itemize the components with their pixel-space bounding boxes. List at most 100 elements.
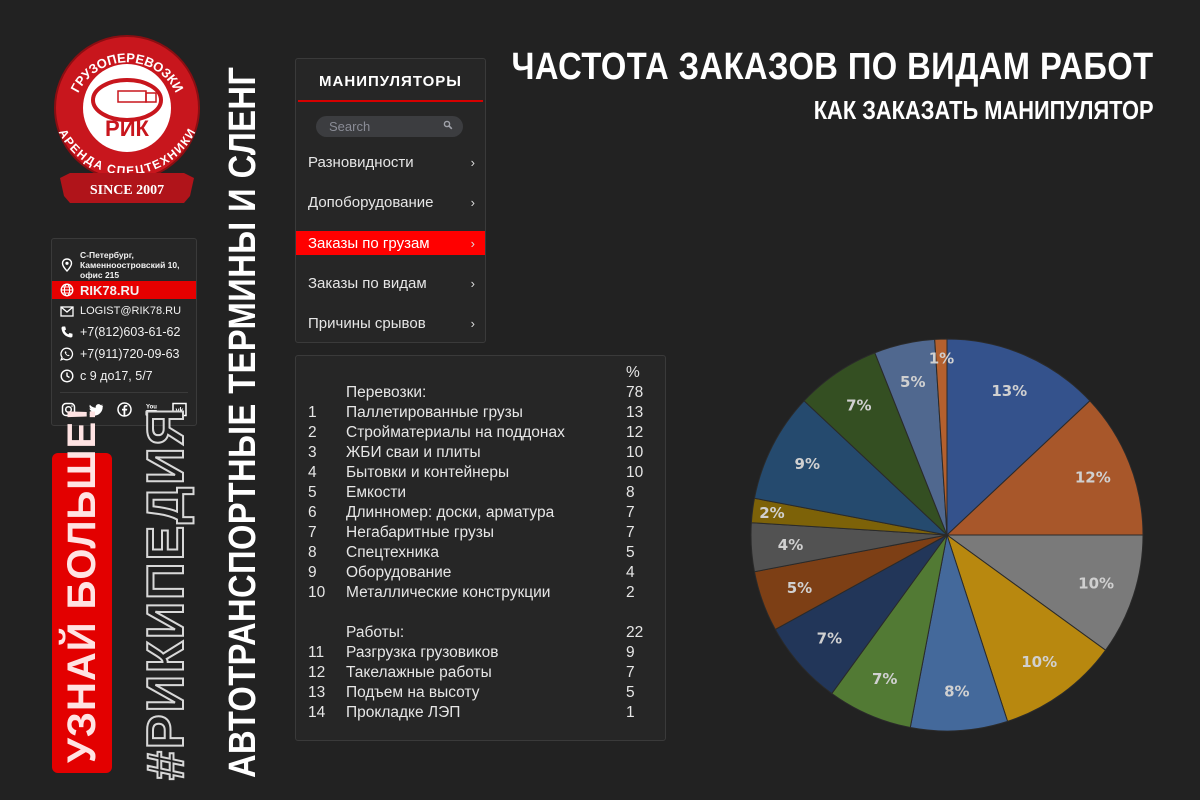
learn-more-button[interactable]: УЗНАЙ БОЛЬШЕ! bbox=[52, 407, 112, 773]
menu-item-orders-by-cargo[interactable]: Заказы по грузам › bbox=[296, 231, 485, 255]
row-value: 4 bbox=[626, 564, 635, 581]
clock-icon bbox=[60, 369, 74, 383]
row-value: 5 bbox=[626, 544, 635, 561]
table-row: 3 ЖБИ сваи и плиты 10 bbox=[296, 443, 665, 463]
row-label: Негабаритные грузы bbox=[346, 524, 494, 541]
pie-label: 9% bbox=[795, 455, 820, 473]
whatsapp-link[interactable]: +7(911)720-09-63 bbox=[52, 345, 196, 363]
table-row: 12 Такелажные работы 7 bbox=[296, 663, 665, 683]
website-text[interactable]: RIK78.RU bbox=[80, 283, 139, 298]
menu-item-label: Заказы по грузам bbox=[308, 234, 430, 252]
pie-label: 7% bbox=[817, 630, 842, 648]
table-row: 11 Разгрузка грузовиков 9 bbox=[296, 643, 665, 663]
chevron-right-icon: › bbox=[470, 275, 475, 291]
menu-item-orders-by-type[interactable]: Заказы по видам › bbox=[296, 271, 485, 295]
row-value: 12 bbox=[626, 424, 644, 441]
phone1-text[interactable]: +7(812)603-61-62 bbox=[80, 325, 180, 339]
row-value: 78 bbox=[626, 384, 644, 401]
pie-label: 10% bbox=[1078, 574, 1114, 592]
email-link[interactable]: LOGIST@RIK78.RU bbox=[52, 302, 196, 320]
menu-item-label: Разновидности bbox=[308, 153, 414, 171]
globe-icon bbox=[60, 283, 74, 297]
table-row: Работы: 22 bbox=[296, 623, 665, 643]
row-label: Спецтехника bbox=[346, 544, 439, 561]
learn-more-label: УЗНАЙ БОЛЬШЕ! bbox=[60, 406, 104, 763]
row-label: Такелажные работы bbox=[346, 664, 492, 681]
table-row: 6 Длинномер: доски, арматура 7 bbox=[296, 503, 665, 523]
row-label: Разгрузка грузовиков bbox=[346, 644, 499, 661]
manipulators-menu: МАНИПУЛЯТОРЫ Search Разновидности › Допоб… bbox=[295, 58, 486, 343]
table-row: 4 Бытовки и контейнеры 10 bbox=[296, 463, 665, 483]
row-label: Длинномер: доски, арматура bbox=[346, 504, 555, 521]
row-number: 9 bbox=[308, 564, 317, 581]
website-link[interactable]: RIK78.RU bbox=[52, 281, 196, 299]
vertical-title: АВТОТРАНСПОРТНЫЕ ТЕРМИНЫ И СЛЕНГ bbox=[222, 66, 264, 779]
facebook-icon[interactable] bbox=[116, 401, 133, 418]
row-value: 8 bbox=[626, 484, 635, 501]
row-label: Оборудование bbox=[346, 564, 452, 581]
row-value: 7 bbox=[626, 504, 635, 521]
row-number: 6 bbox=[308, 504, 317, 521]
row-value: 2 bbox=[626, 584, 635, 601]
pie-label: 5% bbox=[900, 373, 925, 391]
row-number: 4 bbox=[308, 464, 317, 481]
row-number: 1 bbox=[308, 404, 317, 421]
email-text[interactable]: LOGIST@RIK78.RU bbox=[80, 305, 181, 317]
chevron-right-icon: › bbox=[470, 315, 475, 331]
hashtag-label: #РИКИПЕДИЯ bbox=[136, 405, 196, 781]
menu-item-varieties[interactable]: Разновидности › bbox=[296, 150, 485, 174]
pie-label: 5% bbox=[787, 579, 812, 597]
row-number: 12 bbox=[308, 664, 326, 681]
row-value: 10 bbox=[626, 444, 644, 461]
phone-icon bbox=[60, 325, 74, 339]
menu-title: МАНИПУЛЯТОРЫ bbox=[319, 73, 462, 90]
row-label: Перевозки: bbox=[346, 384, 427, 401]
address-row: С-Петербург, Каменноостровский 10, офис … bbox=[52, 245, 196, 285]
pie-label: 10% bbox=[1021, 653, 1057, 671]
row-value: 1 bbox=[626, 704, 635, 721]
search-placeholder: Search bbox=[329, 119, 371, 134]
hours-text: с 9 до17, 5/7 bbox=[80, 369, 153, 383]
table-row: 7 Негабаритные грузы 7 bbox=[296, 523, 665, 543]
chevron-right-icon: › bbox=[470, 194, 475, 210]
location-pin-icon bbox=[60, 258, 74, 272]
table-row: Перевозки: 78 bbox=[296, 383, 665, 403]
menu-divider bbox=[298, 100, 483, 102]
menu-item-equipment[interactable]: Допоборудование › bbox=[296, 190, 485, 214]
row-number: 2 bbox=[308, 424, 317, 441]
table-header: % bbox=[296, 363, 665, 383]
row-value: 7 bbox=[626, 664, 635, 681]
pie-label: 1% bbox=[929, 350, 954, 368]
phone-link-1[interactable]: +7(812)603-61-62 bbox=[52, 323, 196, 341]
company-logo[interactable]: РИК ГРУЗОПЕРЕВОЗКИ АРЕНДА СПЕЦТЕХНИКИ SI… bbox=[52, 28, 202, 218]
row-number: 7 bbox=[308, 524, 317, 541]
pie-label: 12% bbox=[1075, 468, 1111, 486]
row-value: 7 bbox=[626, 524, 635, 541]
row-number: 13 bbox=[308, 684, 326, 701]
table-row bbox=[296, 603, 665, 623]
address-text: С-Петербург, Каменноостровский 10, офис … bbox=[80, 250, 180, 280]
whatsapp-icon bbox=[60, 347, 74, 361]
search-icon[interactable] bbox=[443, 120, 453, 130]
row-label: Подъем на высоту bbox=[346, 684, 480, 701]
envelope-icon bbox=[60, 304, 74, 318]
table-row: 13 Подъем на высоту 5 bbox=[296, 683, 665, 703]
row-value: 9 bbox=[626, 644, 635, 661]
table-row: 10 Металлические конструкции 2 bbox=[296, 583, 665, 603]
contacts-card: С-Петербург, Каменноостровский 10, офис … bbox=[51, 238, 197, 426]
row-number: 11 bbox=[308, 644, 325, 661]
table-row: 2 Стройматериалы на поддонах 12 bbox=[296, 423, 665, 443]
pie-label: 13% bbox=[991, 382, 1027, 400]
row-number: 14 bbox=[308, 704, 326, 721]
page-title: ЧАСТОТА ЗАКАЗОВ ПО ВИДАМ РАБОТ bbox=[511, 46, 1154, 88]
table-row: 14 Прокладке ЛЭП 1 bbox=[296, 703, 665, 723]
phone2-text[interactable]: +7(911)720-09-63 bbox=[80, 347, 180, 361]
table-row: 5 Емкости 8 bbox=[296, 483, 665, 503]
orders-table: % Перевозки: 78 1 Паллетированные грузы 13 2 С… bbox=[295, 355, 666, 741]
menu-item-failure-reasons[interactable]: Причины срывов › bbox=[296, 311, 485, 335]
row-label: Прокладке ЛЭП bbox=[346, 704, 461, 721]
table-row: 1 Паллетированные грузы 13 bbox=[296, 403, 665, 423]
search-input[interactable]: Search bbox=[316, 116, 463, 137]
pie-svg: 13%12%10%10%8%7%7%5%4%2%9%7%5%1% bbox=[750, 338, 1144, 732]
logo-brand: РИК bbox=[105, 116, 149, 141]
